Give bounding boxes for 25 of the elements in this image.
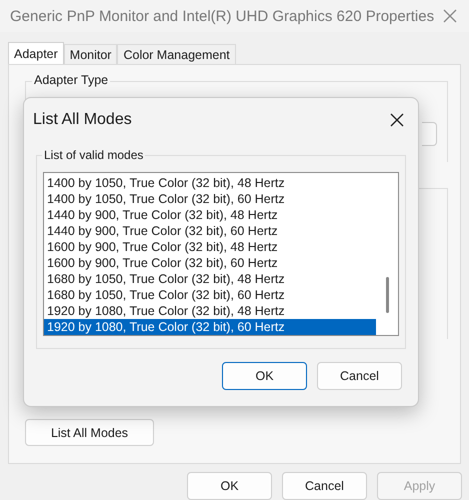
mode-item[interactable]: 1600 by 900, True Color (32 bit), 60 Hertz: [44, 255, 376, 271]
group-label: Adapter Type: [32, 73, 110, 87]
scrollbar-thumb[interactable]: [386, 277, 389, 313]
group-label: List of valid modes: [42, 148, 146, 162]
window-title: Generic PnP Monitor and Intel(R) UHD Graphics 620 Properties: [10, 8, 434, 24]
dialog-button[interactable]: Cancel: [282, 472, 367, 500]
tab[interactable]: Color Management: [117, 44, 236, 64]
mode-item[interactable]: 1680 by 1050, True Color (32 bit), 48 Hertz: [44, 271, 376, 287]
tab[interactable]: Monitor: [64, 44, 118, 64]
dialog-button[interactable]: OK: [187, 472, 272, 500]
mode-item[interactable]: 1400 by 1050, True Color (32 bit), 48 Hertz: [44, 175, 376, 191]
mode-item[interactable]: 1680 by 1050, True Color (32 bit), 60 Hertz: [44, 287, 376, 303]
close-icon[interactable]: [390, 113, 404, 127]
mode-item[interactable]: 1400 by 1050, True Color (32 bit), 60 Hertz: [44, 191, 376, 207]
mode-item[interactable]: 1600 by 900, True Color (32 bit), 48 Hertz: [44, 239, 376, 255]
mode-item[interactable]: 1920 by 1080, True Color (32 bit), 48 Hertz: [44, 303, 376, 319]
list-all-modes-button[interactable]: List All Modes: [25, 419, 154, 446]
dialog-button[interactable]: Cancel: [317, 362, 402, 390]
tab[interactable]: Adapter: [8, 42, 64, 65]
mode-item[interactable]: 1440 by 900, True Color (32 bit), 60 Hertz: [44, 223, 376, 239]
dialog-title: List All Modes: [33, 111, 132, 129]
dialog-button[interactable]: OK: [222, 362, 307, 390]
mode-item[interactable]: 1920 by 1080, True Color (32 bit), 60 Hertz: [44, 319, 376, 335]
properties-button[interactable]: [422, 122, 437, 146]
mode-item[interactable]: 1440 by 900, True Color (32 bit), 48 Hertz: [44, 207, 376, 223]
